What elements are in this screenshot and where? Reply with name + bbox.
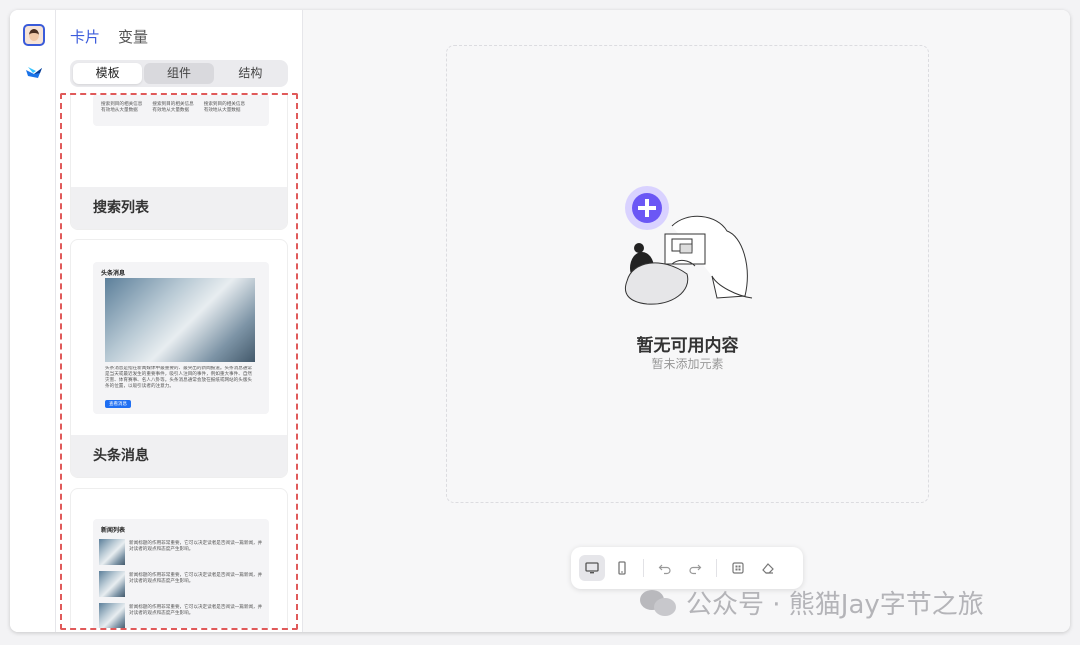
preview-title: 新闻列表 — [101, 527, 126, 534]
template-card-headline[interactable]: 头条消息 头条消息是指在新闻媒体中最重要的、最突出的新闻报道。头条消息通常是当天… — [70, 239, 288, 478]
news-thumbnail — [99, 603, 125, 628]
desktop-view-button[interactable] — [579, 555, 605, 581]
toolbar-divider — [643, 559, 644, 577]
mobile-view-button[interactable] — [609, 555, 635, 581]
preview-column: 搜索到目的相关信息 有效地从大量数据 — [101, 102, 143, 113]
icon-rail — [10, 10, 56, 632]
tab-variables[interactable]: 变量 — [118, 26, 148, 47]
empty-state-title: 暂无可用内容 — [636, 336, 739, 356]
canvas-toolbar — [571, 547, 803, 589]
app-window: 卡片 变量 模板 组件 结构 搜索到目的相关信息 有效地从大量数据 搜索到目的相关… — [10, 10, 1070, 632]
preview-button: 查看消息 — [105, 400, 131, 408]
preview-title: 头条消息 — [101, 270, 126, 277]
news-thumbnail — [99, 539, 125, 565]
search-list-preview: 搜索到目的相关信息 有效地从大量数据 搜索到目的相关信息 有效地从大量数据 搜索到目… — [93, 95, 269, 126]
watermark-text: 公众号 · 熊猫Jay字节之旅 — [686, 590, 984, 620]
canvas-area: 暂无可用内容 暂未添加元素 — [303, 10, 1070, 632]
news-item: 新闻标题的作用非常重要，它可以决定读者是否阅读一篇新闻，并对读者的观点和态度产生… — [99, 571, 265, 599]
empty-state-illustration — [624, 186, 753, 305]
redo-icon — [689, 564, 702, 575]
preview-column: 搜索到目的相关信息 有效地从大量数据 — [152, 102, 194, 113]
news-list-preview: 新闻列表 新闻标题的作用非常重要，它可以决定读者是否阅读一篇新闻，并对读者的观点… — [93, 519, 269, 628]
desktop-icon — [585, 562, 599, 574]
tab-card[interactable]: 卡片 — [70, 26, 100, 47]
grid-button[interactable] — [725, 555, 751, 581]
template-list[interactable]: 搜索到目的相关信息 有效地从大量数据 搜索到目的相关信息 有效地从大量数据 搜索到目… — [60, 93, 298, 630]
segment-structure[interactable]: 结构 — [216, 63, 285, 84]
news-thumbnail — [99, 571, 125, 597]
template-label: 搜索列表 — [71, 187, 287, 229]
undo-button[interactable] — [652, 555, 678, 581]
template-card-search-list[interactable]: 搜索到目的相关信息 有效地从大量数据 搜索到目的相关信息 有效地从大量数据 搜索到目… — [70, 95, 288, 230]
news-item: 新闻标题的作用非常重要，它可以决定读者是否阅读一篇新闻，并对读者的观点和态度产生… — [99, 539, 265, 567]
template-label: 头条消息 — [71, 435, 287, 477]
preview-column: 搜索到目的相关信息 有效地从大量数据 — [203, 102, 246, 113]
empty-state-subtitle: 暂未添加元素 — [651, 357, 724, 371]
component-panel: 卡片 变量 模板 组件 结构 搜索到目的相关信息 有效地从大量数据 搜索到目的相关… — [56, 10, 303, 632]
eraser-icon — [762, 563, 774, 574]
newspaper-image — [105, 278, 255, 362]
segment-components[interactable]: 组件 — [144, 63, 214, 84]
template-card-news-list[interactable]: 新闻列表 新闻标题的作用非常重要，它可以决定读者是否阅读一篇新闻，并对读者的观点… — [70, 488, 288, 628]
grid-icon — [732, 562, 744, 574]
headline-preview: 头条消息 头条消息是指在新闻媒体中最重要的、最突出的新闻报道。头条消息通常是当天… — [93, 262, 269, 414]
toolbar-divider — [716, 559, 717, 577]
panel-top-tabs: 卡片 变量 — [70, 26, 148, 47]
news-item: 新闻标题的作用非常重要，它可以决定读者是否阅读一篇新闻，并对读者的观点和态度产生… — [99, 603, 265, 628]
watermark: 公众号 · 熊猫Jay字节之旅 — [640, 584, 984, 621]
canvas-drop-zone[interactable]: 暂无可用内容 暂未添加元素 — [446, 45, 929, 503]
app-logo-icon[interactable] — [24, 64, 44, 80]
clear-button[interactable] — [755, 555, 781, 581]
avatar[interactable] — [23, 24, 45, 46]
redo-button[interactable] — [682, 555, 708, 581]
mobile-icon — [618, 561, 626, 575]
preview-text: 头条消息是指在新闻媒体中最重要的、最突出的新闻报道。头条消息通常是当天或最近发生… — [105, 366, 253, 389]
segment-templates[interactable]: 模板 — [73, 63, 143, 84]
undo-icon — [658, 564, 671, 575]
wechat-icon — [640, 588, 678, 618]
segmented-control: 模板 组件 结构 — [70, 60, 288, 87]
